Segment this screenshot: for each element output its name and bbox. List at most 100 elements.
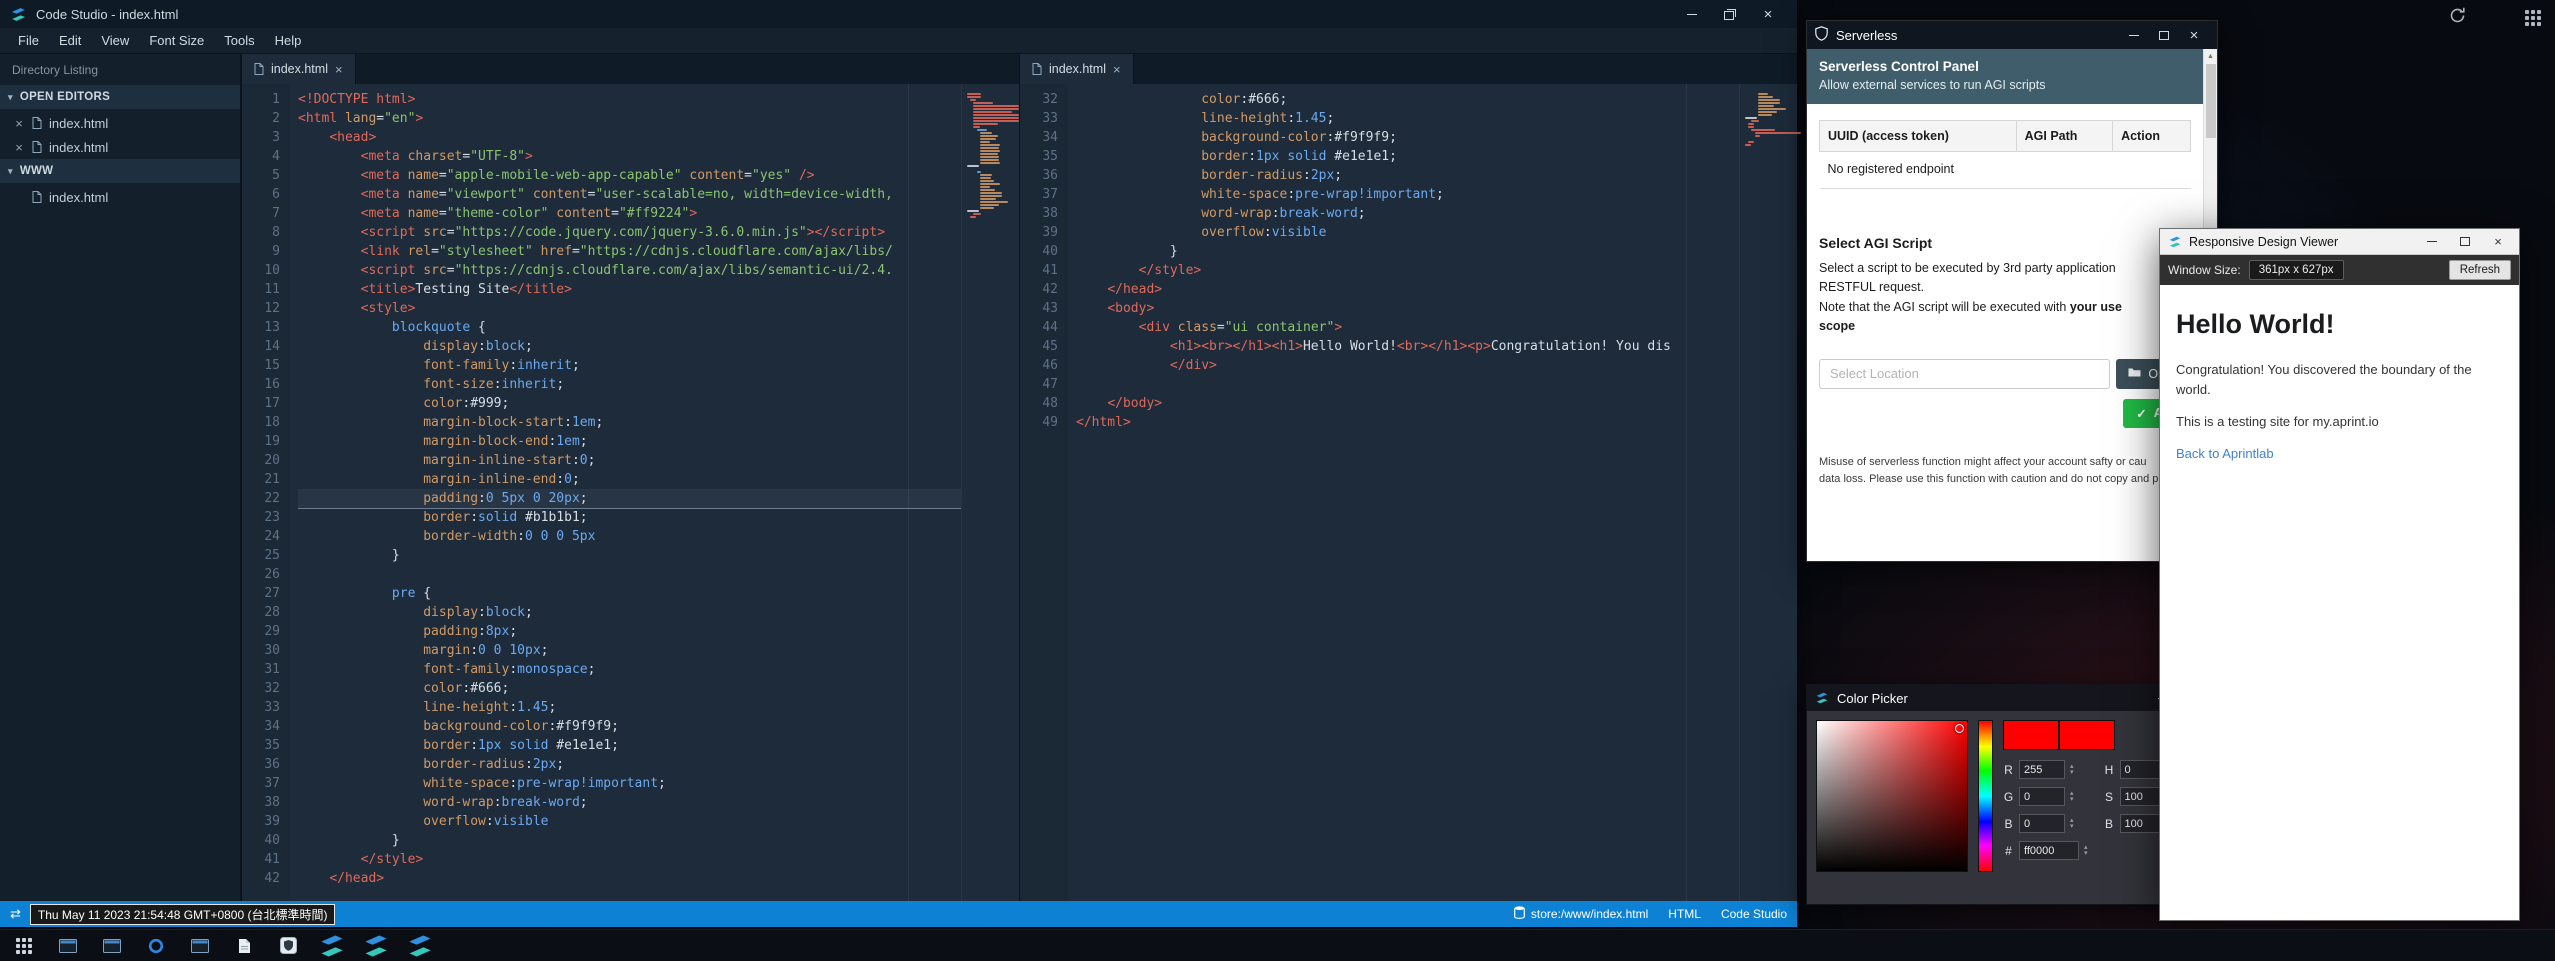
color-input-g[interactable] [2019, 787, 2065, 806]
maximize-button[interactable] [2452, 229, 2478, 255]
print-margin [908, 84, 909, 901]
color-input-r[interactable] [2019, 760, 2065, 779]
code-line: word-wrap:break-word; [298, 793, 961, 812]
viewer-titlebar[interactable]: Responsive Design Viewer × [2160, 229, 2519, 255]
stepper-icon[interactable]: ▴▾ [2070, 818, 2074, 830]
window-app-icon[interactable] [94, 932, 130, 960]
menu-bar: FileEditViewFont SizeToolsHelp [0, 28, 1797, 54]
line-number: 31 [242, 660, 280, 679]
code-line: overflow:visible [298, 812, 961, 831]
line-number: 28 [242, 603, 280, 622]
menu-tools[interactable]: Tools [214, 30, 264, 51]
select-script-heading: Select AGI Script [1819, 235, 2191, 251]
refresh-icon[interactable] [2448, 6, 2467, 30]
color-picker-titlebar[interactable]: Color Picker [1807, 685, 2185, 711]
stepper-icon[interactable]: ▴▾ [2070, 791, 2074, 803]
line-number: 30 [242, 641, 280, 660]
code-line: color:#999; [298, 394, 961, 413]
line-number: 35 [242, 736, 280, 755]
maximize-button[interactable] [2149, 21, 2179, 49]
code-studio-app-icon[interactable] [402, 932, 438, 960]
saturation-cursor[interactable] [1955, 724, 1964, 733]
window-app-icon[interactable] [50, 932, 86, 960]
script-location-input[interactable] [1819, 359, 2110, 389]
hue-slider[interactable] [1978, 720, 1993, 872]
panel-subtitle: Allow external services to run AGI scrip… [1819, 78, 2191, 92]
scroll-up-icon[interactable]: ▲ [2207, 49, 2214, 63]
code-line: <body> [1076, 299, 1739, 318]
minimize-button[interactable] [1673, 0, 1711, 28]
minimap-line [980, 207, 994, 209]
minimize-button[interactable] [2419, 229, 2445, 255]
code-line: <meta name="theme-color" content="#ff922… [298, 204, 961, 223]
minimap-line [980, 177, 991, 179]
main-titlebar[interactable]: Code Studio - index.html × [0, 0, 1797, 28]
minimap[interactable] [1739, 84, 1797, 901]
menu-view[interactable]: View [91, 30, 139, 51]
scrollbar-thumb[interactable] [2206, 64, 2216, 138]
close-icon[interactable]: × [13, 116, 25, 131]
close-button[interactable]: × [2179, 21, 2209, 49]
code-studio-app-icon[interactable] [358, 932, 394, 960]
color-input-hex[interactable] [2019, 841, 2079, 860]
minimap-line [973, 117, 1019, 119]
code-editor[interactable]: 323334353637383940414243444546474849 col… [1020, 84, 1797, 901]
menu-edit[interactable]: Edit [49, 30, 91, 51]
minimap-line [1758, 108, 1786, 110]
line-number: 38 [1020, 204, 1058, 223]
code-studio-app-icon[interactable] [314, 932, 350, 960]
line-number: 41 [1020, 261, 1058, 280]
panel-title: Serverless Control Panel [1819, 59, 2191, 74]
section-www[interactable]: ▾WWW [0, 159, 240, 183]
document-app-icon[interactable] [226, 932, 262, 960]
color-input-b[interactable] [2019, 814, 2065, 833]
code-editor[interactable]: 1234567891011121314151617181920212223242… [242, 84, 1019, 901]
remote-icon[interactable]: ⇄ [10, 906, 21, 922]
refresh-button[interactable]: Refresh [2449, 260, 2511, 280]
line-number: 10 [242, 261, 280, 280]
sidebar-item-index-html[interactable]: ×index.html [0, 135, 240, 159]
apps-grid-icon[interactable] [2525, 10, 2541, 26]
restore-button[interactable] [1711, 0, 1749, 28]
app-launcher-icon[interactable] [6, 932, 42, 960]
sidebar-item-index-html[interactable]: ×index.html [0, 111, 240, 135]
menu-help[interactable]: Help [265, 30, 312, 51]
tab-close-icon[interactable]: × [335, 62, 343, 77]
close-button[interactable]: × [2485, 229, 2511, 255]
stepper-icon[interactable]: ▴▾ [2084, 845, 2088, 857]
minimap-line [1758, 99, 1781, 101]
code-line: margin-block-start:1em; [298, 413, 961, 432]
window-app-icon[interactable] [182, 932, 218, 960]
minimap-line [980, 144, 1001, 146]
tab-index-html[interactable]: index.html × [242, 54, 356, 84]
saturation-field[interactable] [1816, 720, 1968, 872]
serverless-titlebar[interactable]: Serverless × [1807, 21, 2217, 49]
browser-app-icon[interactable] [138, 932, 174, 960]
back-link[interactable]: Back to Aprintlab [2176, 446, 2274, 461]
line-numbers: 1234567891011121314151617181920212223242… [242, 84, 290, 901]
endpoint-table: UUID (access token)AGI PathAction No reg… [1819, 120, 2191, 189]
tab-index-html[interactable]: index.html × [1020, 54, 1134, 84]
serverless-panel-header: Serverless Control Panel Allow external … [1807, 49, 2203, 104]
close-icon[interactable]: × [13, 140, 25, 155]
tab-close-icon[interactable]: × [1113, 62, 1121, 77]
menu-font-size[interactable]: Font Size [139, 30, 214, 51]
status-app[interactable]: Code Studio [1721, 907, 1787, 921]
code-line: } [298, 831, 961, 850]
close-button[interactable]: × [1749, 0, 1787, 28]
minimap[interactable] [961, 84, 1019, 901]
line-number: 27 [242, 584, 280, 603]
editor-group: index.html × 123456789101112131415161718… [241, 54, 1797, 901]
stepper-icon[interactable]: ▴▾ [2070, 764, 2074, 776]
code-content: color:#666; line-height:1.45; background… [1068, 84, 1739, 901]
section-open-editors[interactable]: ▾OPEN EDITORS [0, 85, 240, 109]
window-size-value[interactable]: 361px x 627px [2249, 260, 2344, 280]
code-line: </style> [298, 850, 961, 869]
menu-file[interactable]: File [8, 30, 49, 51]
sidebar-item-index-html[interactable]: index.html [0, 185, 240, 209]
serverless-app-icon[interactable] [270, 932, 306, 960]
status-file[interactable]: store:/www/index.html [1514, 906, 1648, 922]
line-number: 14 [242, 337, 280, 356]
minimize-button[interactable] [2119, 21, 2149, 49]
status-language[interactable]: HTML [1668, 907, 1701, 921]
